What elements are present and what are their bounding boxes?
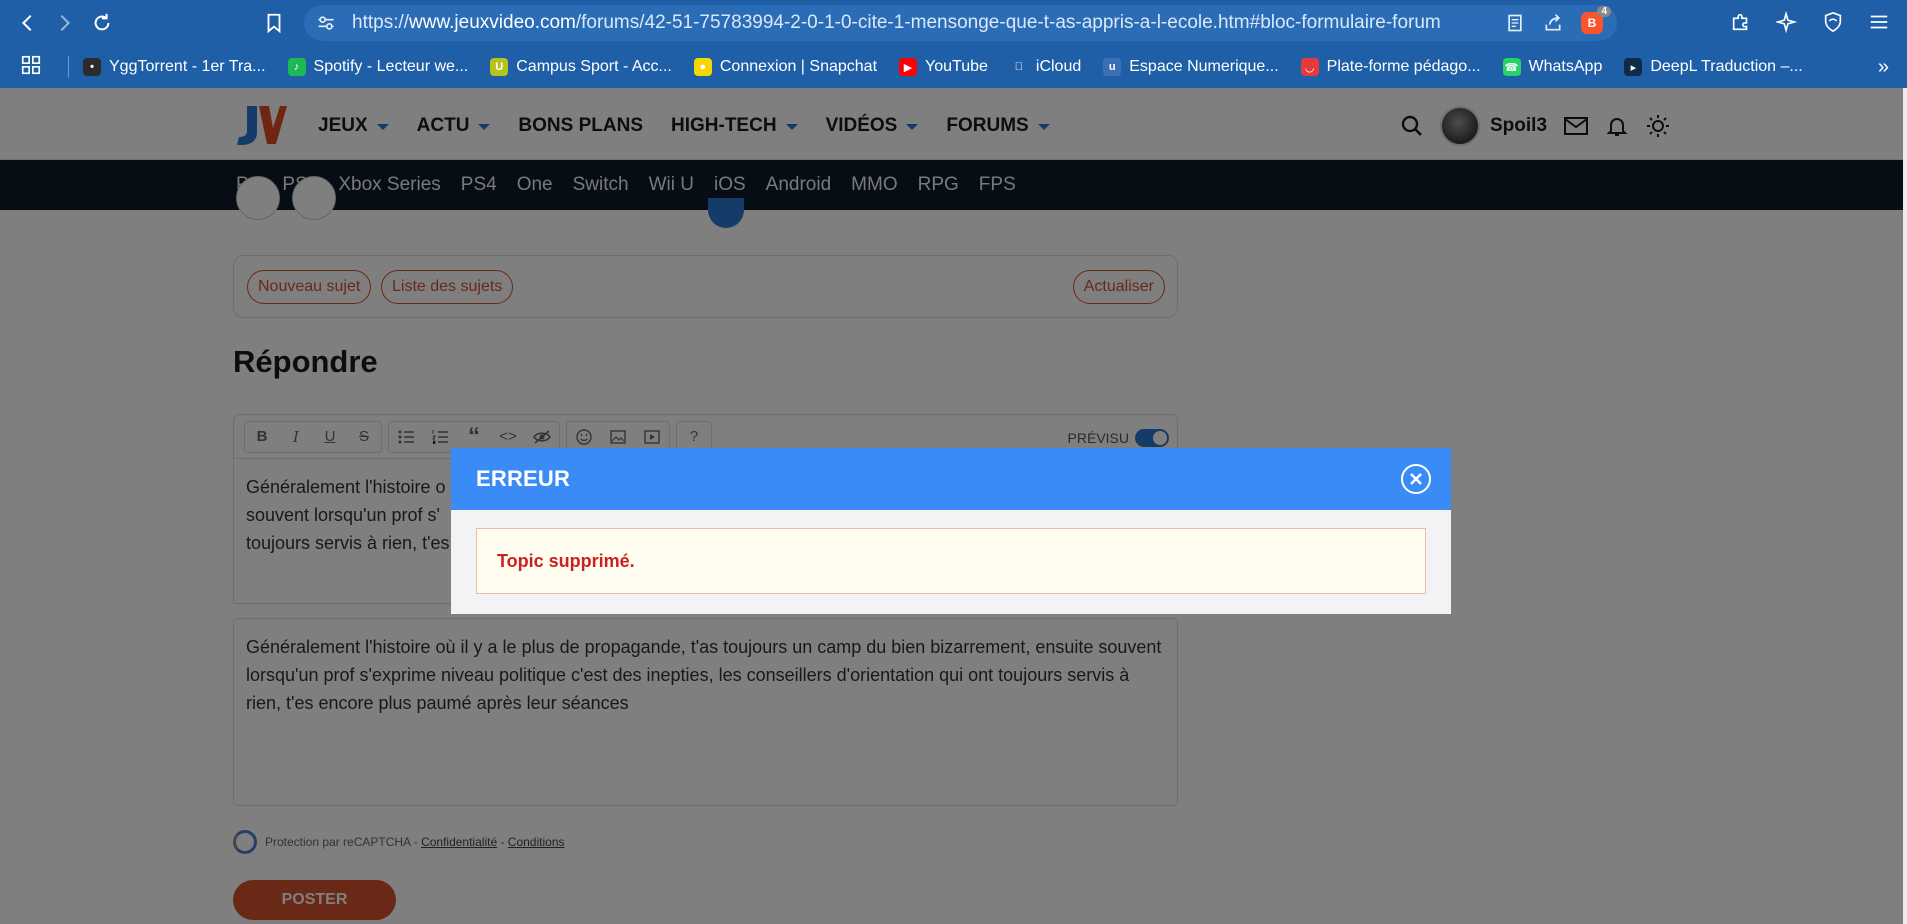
modal-close-button[interactable] (1401, 464, 1431, 494)
scrollbar[interactable] (1903, 88, 1907, 924)
bookmark-item[interactable]: ♪ Spotify - Lecteur we... (287, 58, 469, 76)
error-message-box: Topic supprimé. (476, 528, 1426, 594)
bookmark-label: Campus Sport - Acc... (516, 58, 672, 75)
error-message: Topic supprimé. (497, 550, 635, 571)
chevron-left-icon (21, 14, 32, 32)
bookmark-item[interactable]: u Espace Numerique... (1103, 58, 1279, 76)
bookmarks-separator (68, 56, 69, 78)
bookmark-favicon-icon: ▸ (1624, 58, 1643, 76)
error-modal: ERREUR Topic supprimé. (451, 448, 1451, 614)
hamburger-icon (1870, 15, 1888, 29)
apps-grid-button[interactable] (20, 54, 46, 81)
reload-button[interactable] (84, 5, 120, 41)
bookmark-favicon-icon:  (1009, 58, 1028, 76)
bookmark-item[interactable]:  iCloud (1009, 58, 1082, 76)
browser-menu-button[interactable] (1865, 8, 1893, 36)
bookmarks-bar: • YggTorrent - 1er Tra... ♪ Spotify - Lecte… (0, 46, 1907, 88)
sparkle-icon (1776, 11, 1798, 33)
grid-icon (21, 55, 41, 74)
bookmark-favicon-icon: u (1103, 58, 1122, 76)
modal-title: ERREUR (476, 466, 571, 491)
bookmark-favicon-icon: ◡ (1300, 58, 1319, 76)
puzzle-icon (1732, 13, 1748, 31)
back-button[interactable] (10, 5, 46, 41)
bookmark-favicon-icon: ♪ (287, 58, 306, 76)
leo-ai-button[interactable] (1773, 8, 1801, 36)
bookmark-label: YggTorrent - 1er Tra... (109, 58, 266, 75)
browser-toolbar: https://www.jeuxvideo.com/forums/42-51-7… (0, 0, 1907, 46)
extensions-button[interactable] (1727, 8, 1755, 36)
bookmark-label: Connexion | Snapchat (719, 58, 878, 75)
forward-button[interactable] (46, 5, 82, 41)
bookmark-item[interactable]: ▸ DeepL Traduction –... (1624, 58, 1803, 76)
bookmark-label: iCloud (1035, 58, 1082, 75)
bookmark-label: WhatsApp (1528, 58, 1603, 75)
bookmark-label: Espace Numerique... (1129, 58, 1279, 75)
shield-icon (1824, 11, 1842, 33)
address-bar[interactable]: https://www.jeuxvideo.com/forums/42-51-7… (304, 5, 1617, 41)
vpn-button[interactable] (1819, 8, 1847, 36)
brave-badge: 4 (1597, 6, 1611, 17)
bookmark-label: Plate-forme pédago... (1326, 58, 1481, 75)
bookmark-item[interactable]: ◡ Plate-forme pédago... (1300, 58, 1481, 76)
share-icon[interactable] (1543, 13, 1563, 33)
modal-header: ERREUR (451, 448, 1451, 510)
site-settings-icon[interactable] (316, 13, 336, 33)
close-icon (1410, 473, 1422, 485)
bookmark-favicon-icon: ☎ (1502, 58, 1521, 76)
bookmark-icon (267, 13, 281, 34)
brave-shields-icon[interactable]: B4 (1581, 6, 1611, 34)
reload-icon (94, 13, 110, 31)
bookmark-favicon-icon: • (83, 58, 101, 76)
bookmark-label: DeepL Traduction –... (1650, 58, 1803, 75)
bookmark-page-button[interactable] (256, 5, 292, 41)
bookmarks-overflow-button[interactable]: » (1878, 56, 1889, 79)
bookmark-item[interactable]: ▶ YouTube (899, 58, 988, 76)
bookmark-item[interactable]: ● Connexion | Snapchat (693, 58, 878, 76)
bookmark-item[interactable]: ☎ WhatsApp (1502, 58, 1603, 76)
chevron-right-icon (60, 14, 71, 32)
bookmark-favicon-icon: ● (693, 58, 712, 76)
bookmark-favicon-icon: ▶ (899, 58, 918, 76)
bookmark-label: Spotify - Lecteur we... (313, 58, 469, 75)
reader-mode-icon[interactable] (1505, 13, 1525, 33)
url-text[interactable]: https://www.jeuxvideo.com/forums/42-51-7… (352, 12, 1505, 34)
bookmark-favicon-icon: U (490, 58, 509, 76)
bookmark-item[interactable]: U Campus Sport - Acc... (490, 58, 672, 76)
bookmark-item[interactable]: • YggTorrent - 1er Tra... (83, 58, 266, 76)
bookmark-label: YouTube (925, 58, 988, 75)
